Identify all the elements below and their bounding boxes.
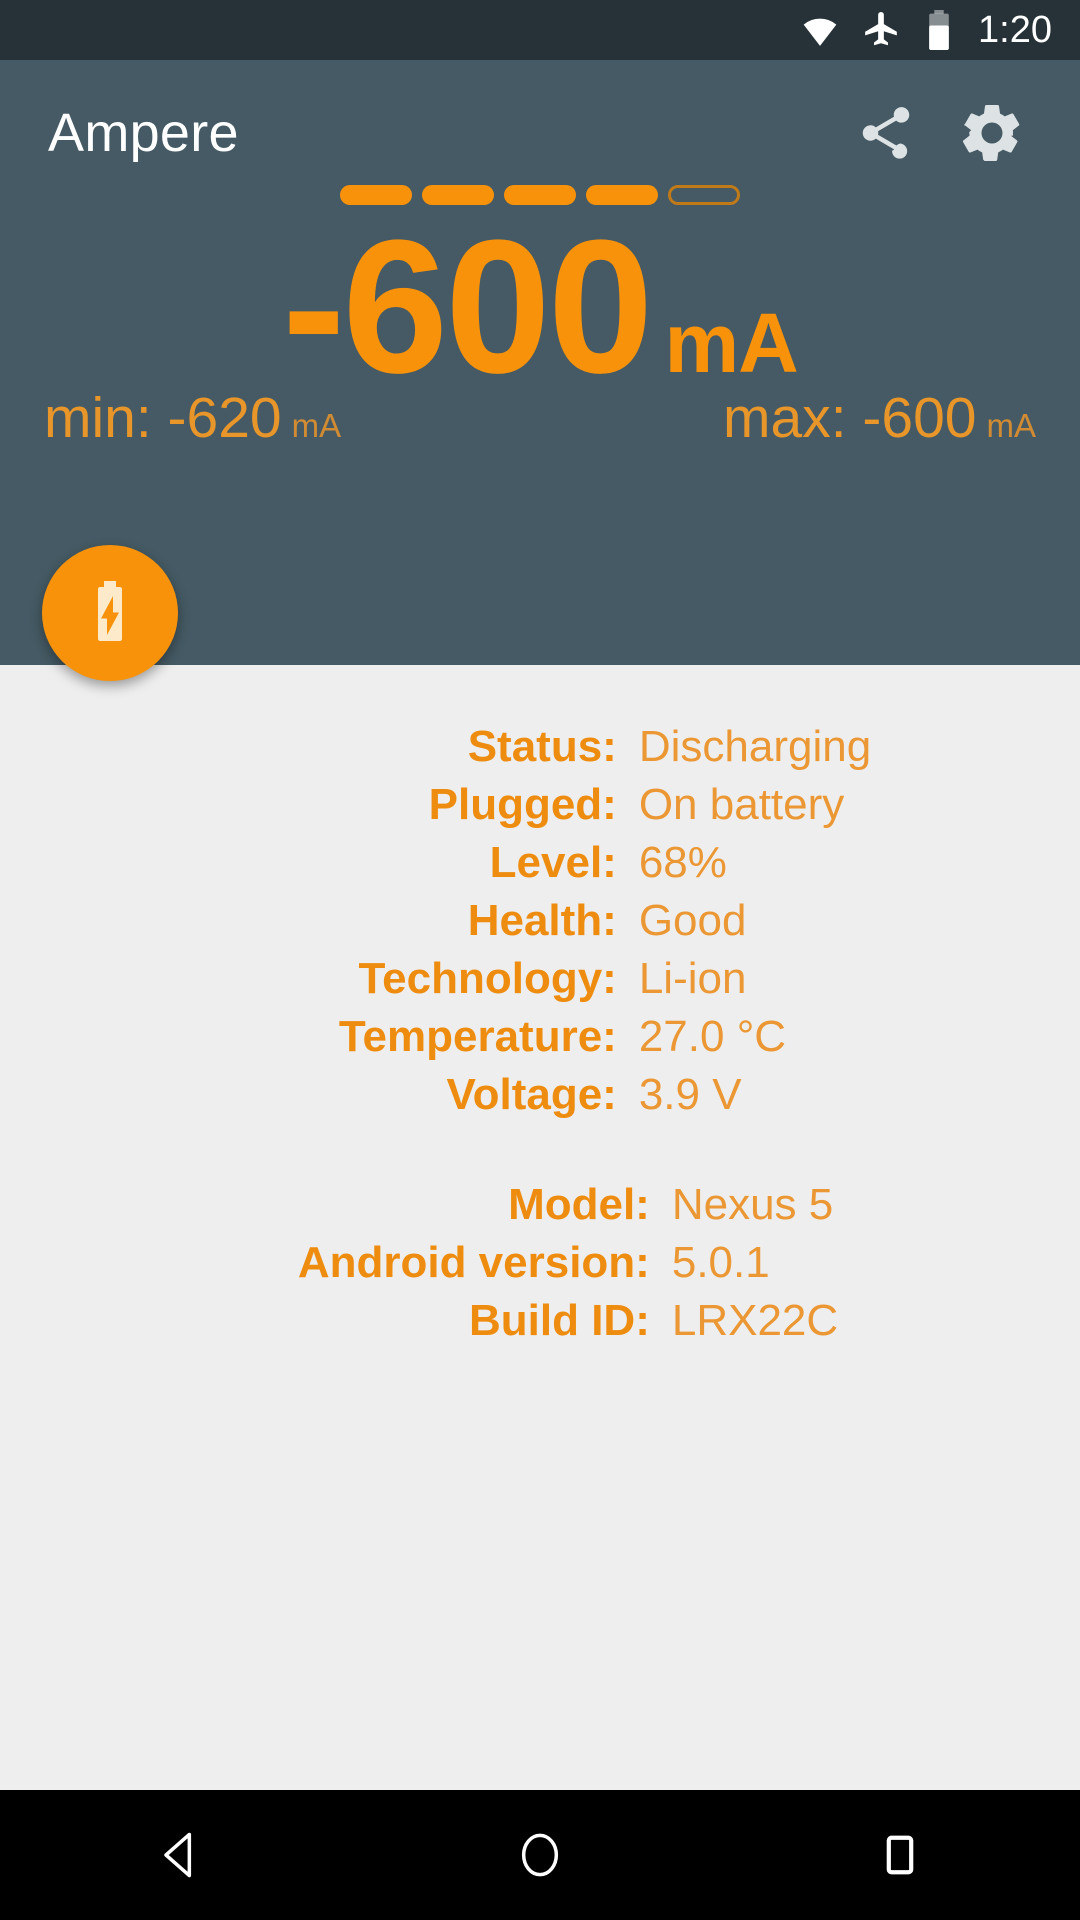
nav-home-button[interactable] <box>465 1790 615 1920</box>
table-row: Android version: 5.0.1 <box>242 1234 838 1292</box>
temperature-value: 27.0 °C <box>638 1012 787 1061</box>
health-label: Health: <box>467 896 617 945</box>
status-value: Discharging <box>638 722 872 771</box>
table-row: Status: Discharging <box>209 718 871 776</box>
android-version-label: Android version: <box>297 1238 650 1287</box>
min-value: min: -620 <box>44 386 282 450</box>
status-label: Status: <box>467 722 617 771</box>
current-value: -600 <box>282 201 653 413</box>
current-unit: mA <box>664 296 798 390</box>
page-title: Ampere <box>48 102 239 163</box>
app-bar: Ampere <box>0 60 1080 205</box>
technology-label: Technology: <box>358 954 617 1003</box>
build-id-value: LRX22C <box>671 1296 839 1345</box>
voltage-label: Voltage: <box>446 1070 617 1119</box>
max-value: max: -600 <box>723 386 977 450</box>
battery-info-wrap: Status: Discharging Plugged: On battery … <box>0 665 1080 1124</box>
level-label: Level: <box>489 838 617 887</box>
battery-charging-icon <box>74 575 146 652</box>
android-navigation-bar <box>0 1790 1080 1920</box>
info-area: Status: Discharging Plugged: On battery … <box>0 665 1080 1790</box>
current-reading: -600 mA <box>0 212 1080 402</box>
model-label: Model: <box>508 1180 650 1229</box>
device-info-table: Model: Nexus 5 Android version: 5.0.1 Bu… <box>242 1176 838 1350</box>
table-row: Level: 68% <box>209 834 871 892</box>
min-reading: min: -620 mA <box>44 390 341 447</box>
nav-recents-button[interactable] <box>825 1790 975 1920</box>
table-row: Plugged: On battery <box>209 776 871 834</box>
level-value: 68% <box>638 838 727 887</box>
temperature-label: Temperature: <box>338 1012 617 1061</box>
plugged-value: On battery <box>638 780 845 829</box>
table-row: Health: Good <box>209 892 871 950</box>
table-row: Technology: Li-ion <box>209 950 871 1008</box>
battery-charging-fab[interactable] <box>42 545 178 681</box>
wifi-icon <box>800 10 840 50</box>
airplane-mode-icon <box>862 11 900 49</box>
level-pill-5 <box>668 185 740 205</box>
model-value: Nexus 5 <box>671 1180 834 1229</box>
max-reading: max: -600 mA <box>723 390 1036 447</box>
nav-back-button[interactable] <box>105 1790 255 1920</box>
table-row: Temperature: 27.0 °C <box>209 1008 871 1066</box>
table-row: Voltage: 3.9 V <box>209 1066 871 1124</box>
voltage-value: 3.9 V <box>638 1070 742 1119</box>
status-bar: 1:20 <box>0 0 1080 60</box>
status-bar-clock: 1:20 <box>978 9 1052 51</box>
min-unit: mA <box>291 407 342 444</box>
android-version-value: 5.0.1 <box>671 1238 770 1287</box>
technology-value: Li-ion <box>638 954 747 1003</box>
build-id-label: Build ID: <box>468 1296 650 1345</box>
plugged-label: Plugged: <box>428 780 617 829</box>
device-info-wrap: Model: Nexus 5 Android version: 5.0.1 Bu… <box>0 1124 1080 1350</box>
phone-screen: 1:20 Ampere -600 mA min: -620 mA max: -6… <box>0 0 1080 1920</box>
table-row: Model: Nexus 5 <box>242 1176 838 1234</box>
settings-gear-button[interactable] <box>944 85 1040 181</box>
table-row: Build ID: LRX22C <box>242 1292 838 1350</box>
min-max-row: min: -620 mA max: -600 mA <box>0 390 1080 447</box>
max-unit: mA <box>986 407 1037 444</box>
share-button[interactable] <box>838 85 934 181</box>
battery-info-table: Status: Discharging Plugged: On battery … <box>209 718 871 1124</box>
battery-icon <box>922 10 956 50</box>
health-value: Good <box>638 896 747 945</box>
